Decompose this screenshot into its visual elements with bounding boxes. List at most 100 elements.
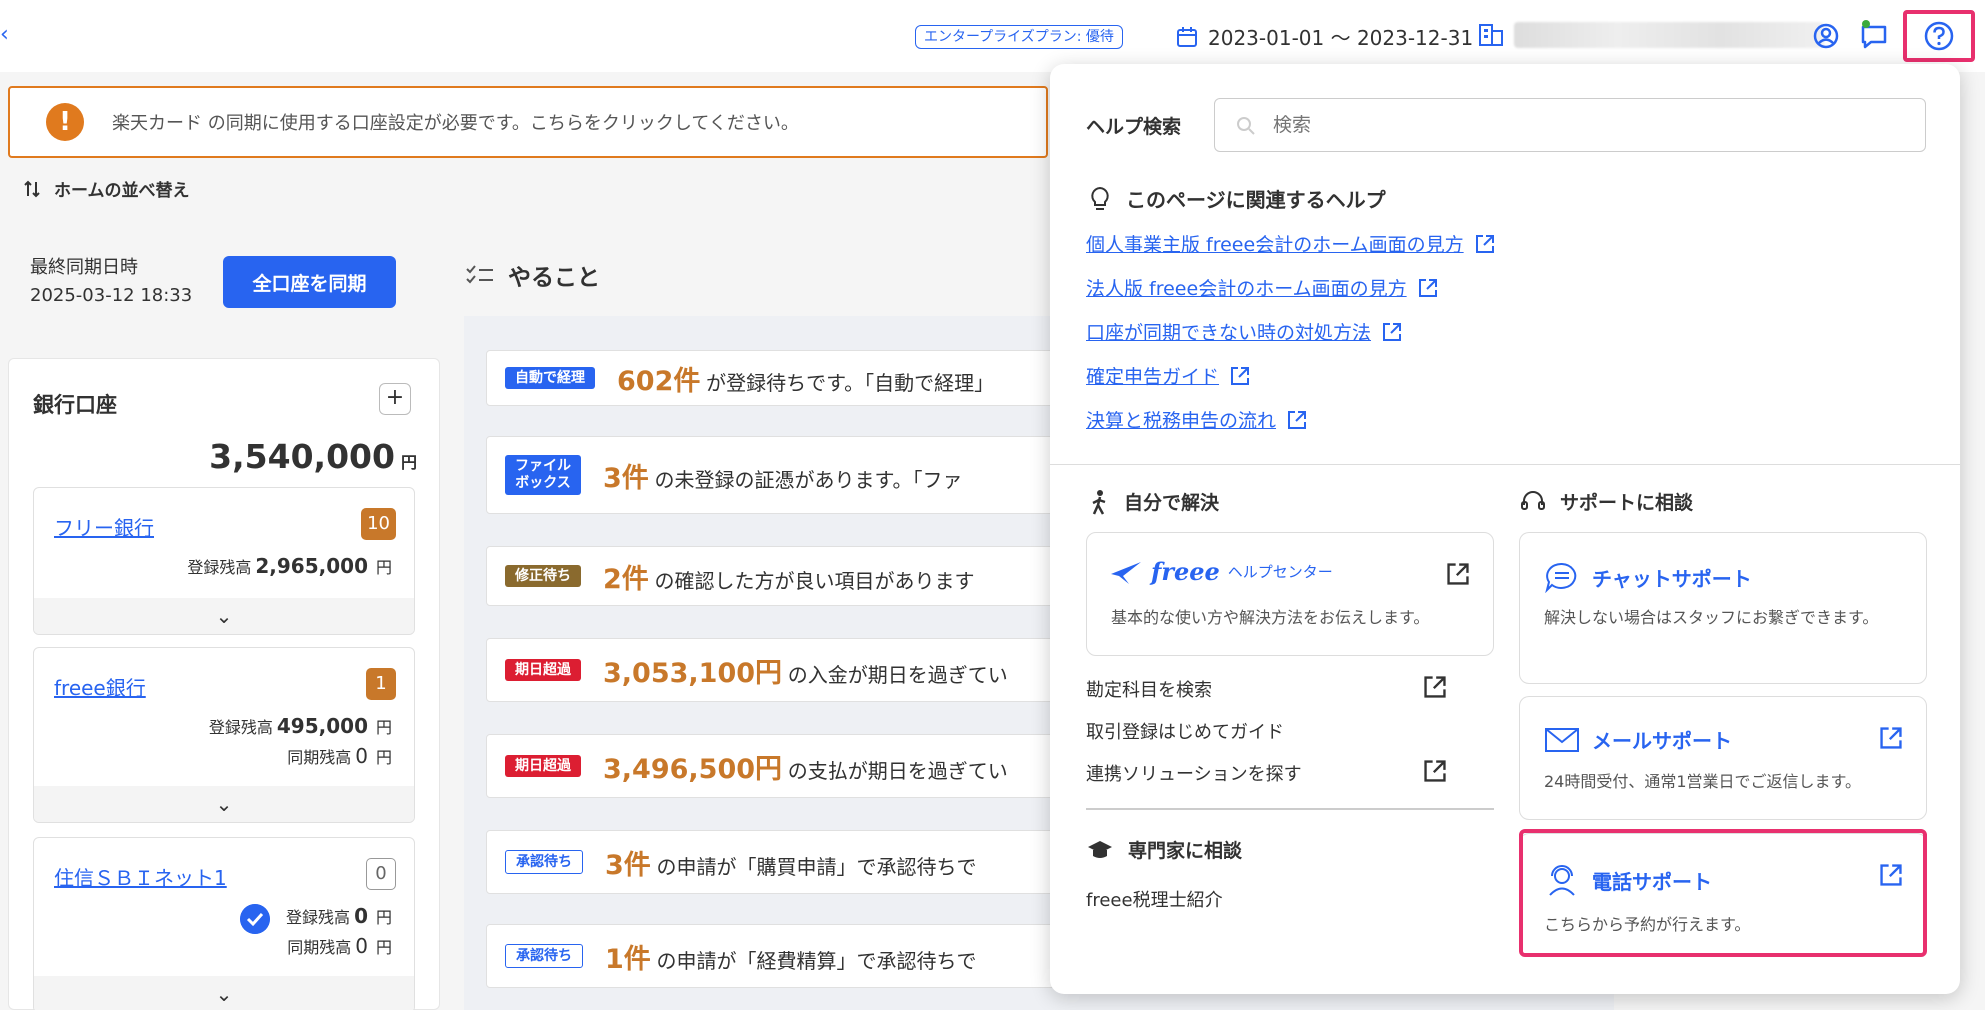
sort-home-button[interactable]: ホームの並べ替え [24,176,190,201]
add-bank-button[interactable]: + [379,383,411,415]
synced-balance: 同期残高 0 円 [287,934,392,958]
bank-account-card: フリー銀行 10 登録残高 2,965,000 円 ⌄ [33,487,415,635]
mail-support-card[interactable]: メールサポート 24時間受付、通常1営業日でご返信します。 [1519,696,1927,820]
fiscal-period[interactable]: 2023-01-01 〜 2023-12-31 [1176,22,1473,51]
external-link-icon [1880,727,1902,749]
synced-balance: 同期残高 0 円 [287,744,392,768]
bank-total: 3,540,000 円 [209,437,417,476]
external-link-icon[interactable] [1422,758,1448,784]
todo-tag: 期日超過 [505,755,581,777]
last-sync-info: 最終同期日時 2025-03-12 18:33 [30,254,192,310]
external-link-icon [1418,278,1437,297]
unsynced-count-badge[interactable]: 10 [361,508,396,540]
related-help-link[interactable]: 個人事業主版 freee会計のホーム画面の見方 [1086,230,1496,257]
todo-tag: 自動で経理 [505,367,595,389]
todo-tag: 承認待ち [505,944,583,968]
help-center-desc: 基本的な使い方や解決方法をお伝えします。 [1111,608,1430,627]
todo-amount: 3,053,100円 [603,657,783,689]
alert-message: 楽天カード の同期に使用する口座設定が必要です。こちらをクリックしてください。 [112,113,799,134]
phone-support-highlight [1519,829,1927,957]
todo-text: の支払が期日を過ぎてい [787,758,1008,783]
bank-account-link[interactable]: フリー銀行 [54,512,154,541]
support-title: サポートに相談 [1520,488,1693,515]
external-link-icon [1383,322,1402,341]
last-sync-time: 2025-03-12 18:33 [30,285,193,306]
plan-badge: エンタープライズプラン: 優待 [915,25,1123,49]
check-circle-icon [240,904,270,934]
mail-support-desc: 24時間受付、通常1営業日でご返信します。 [1544,772,1861,791]
unsynced-count-badge[interactable]: 0 [366,858,396,890]
related-help-link[interactable]: 法人版 freee会計のホーム画面の見方 [1086,274,1439,301]
bank-account-card: freee銀行 1 登録残高 495,000 円 同期残高 0 円 ⌄ [33,647,415,823]
external-link-icon [1447,563,1469,585]
section-divider [1050,464,1960,465]
help-search-input[interactable] [1214,98,1926,152]
bank-account-link[interactable]: freee銀行 [54,672,146,701]
expert-link[interactable]: freee税理士紹介 [1086,886,1223,912]
expand-chevron-icon[interactable]: ⌄ [34,976,414,1010]
help-button[interactable] [1903,10,1975,62]
mail-icon [1545,727,1579,752]
checklist-icon [466,265,493,284]
todo-amount: 3,496,500円 [603,753,783,785]
feedback-chat-icon[interactable] [1858,20,1890,52]
todo-amount: 1件 [605,943,651,975]
todo-text: の申請が「購買申請」で承認待ちで [656,854,977,879]
todo-text: の未登録の証憑があります。「ファ [654,467,963,492]
sync-all-button[interactable]: 全口座を同期 [223,256,396,308]
external-link-icon [1475,234,1494,253]
bank-accounts-panel: 銀行口座 + 3,540,000 円 フリー銀行 10 登録残高 2,965,000… [8,358,440,1010]
todo-amount: 3件 [605,849,651,881]
self-solve-link[interactable]: 取引登録はじめてガイド [1086,718,1284,744]
related-help-title: このページに関連するヘルプ [1090,184,1386,213]
graduation-cap-icon [1088,840,1112,858]
registered-balance: 登録残高 495,000 円 [208,714,392,738]
date-range-text: 2023-01-01 〜 2023-12-31 [1208,26,1474,50]
todo-text: が登録待ちです。「自動で経理」 [706,370,995,395]
sort-arrows-icon [24,180,40,197]
todo-tag: 承認待ち [505,850,583,874]
company-selector[interactable] [1478,22,1824,48]
bank-panel-title: 銀行口座 [33,393,117,417]
freee-bird-icon [1111,561,1141,584]
expert-title: 専門家に相談 [1086,836,1242,863]
todo-section-title: やること [466,258,600,292]
exclamation-icon: ! [46,103,84,141]
mail-support-title: メールサポート [1544,725,1732,754]
back-chevron-icon[interactable]: ‹ [0,22,14,50]
self-solve-link[interactable]: 勘定科目を検索 [1086,676,1212,702]
help-search-label: ヘルプ検索 [1086,116,1182,138]
lightbulb-icon [1091,186,1109,210]
todo-amount: 602件 [617,365,701,397]
related-help-link[interactable]: 確定申告ガイド [1086,362,1251,389]
todo-amount: 3件 [603,462,649,494]
external-link-icon[interactable] [1422,674,1448,700]
todo-tag: ファイル ボックス [505,455,581,495]
expand-chevron-icon[interactable]: ⌄ [34,598,414,634]
related-help-link[interactable]: 決算と税務申告の流れ [1086,406,1308,433]
related-help-link[interactable]: 口座が同期できない時の対処方法 [1086,318,1403,345]
unsynced-count-badge[interactable]: 1 [366,668,396,700]
todo-text: の確認した方が良い項目があります [654,568,975,593]
self-solve-title: 自分で解決 [1090,488,1219,515]
todo-tag: 期日超過 [505,659,581,681]
help-center-card[interactable]: freee ヘルプセンター 基本的な使い方や解決方法をお伝えします。 [1086,532,1494,656]
chat-support-card[interactable]: チャットサポート 解決しない場合はスタッフにお繋ぎできます。 [1519,532,1927,684]
self-solve-divider [1086,808,1494,810]
registered-balance: 登録残高 0 円 [286,904,392,928]
todo-tag: 修正待ち [505,565,581,587]
headset-icon [1521,490,1545,510]
company-name-blurred [1514,22,1824,48]
expand-chevron-icon[interactable]: ⌄ [34,786,414,822]
sync-warning-alert[interactable]: ! 楽天カード の同期に使用する口座設定が必要です。こちらをクリックしてください… [8,86,1048,158]
sort-home-label: ホームの並べ替え [54,181,190,201]
building-icon [1479,24,1503,46]
todo-text: の申請が「経費精算」で承認待ちで [656,948,977,973]
user-account-icon[interactable] [1810,20,1842,52]
walking-person-icon [1092,489,1106,515]
external-link-icon [1231,366,1250,385]
chat-support-title: チャットサポート [1544,561,1752,593]
bank-account-link[interactable]: 住信ＳＢＩネット1 [54,862,227,891]
bank-account-card: 住信ＳＢＩネット1 0 登録残高 0 円 同期残高 0 円 ⌄ [33,837,415,1010]
self-solve-link[interactable]: 連携ソリューションを探す [1086,760,1302,786]
